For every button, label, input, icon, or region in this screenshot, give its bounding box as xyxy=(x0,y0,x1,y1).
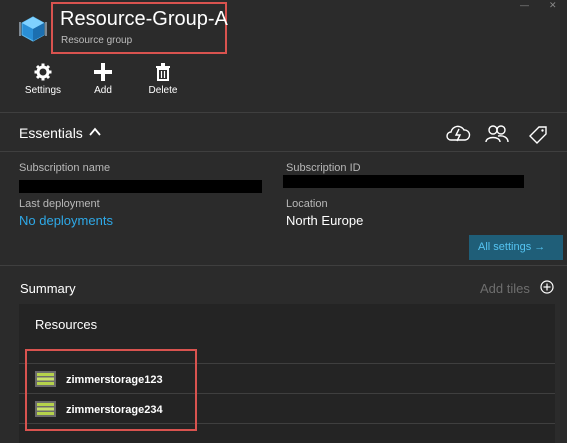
add-label: Add xyxy=(94,85,112,96)
last-deployment-label: Last deployment xyxy=(19,198,100,210)
subscription-id-value xyxy=(283,175,524,188)
plus-icon xyxy=(94,63,112,81)
add-circle-icon[interactable] xyxy=(540,280,554,294)
chevron-up-icon[interactable] xyxy=(88,125,102,139)
page-subtitle: Resource group xyxy=(61,35,133,46)
resources-highlight-box xyxy=(25,349,197,431)
cloud-icon[interactable] xyxy=(445,122,471,146)
gear-icon xyxy=(34,63,52,81)
subscription-id-label: Subscription ID xyxy=(286,162,361,174)
summary-title: Summary xyxy=(20,281,76,296)
location-label: Location xyxy=(286,198,328,210)
all-settings-button[interactable]: All settings → xyxy=(469,235,563,260)
add-button[interactable]: Add xyxy=(73,62,133,96)
settings-button[interactable]: Settings xyxy=(13,62,73,96)
delete-button[interactable]: Delete xyxy=(133,62,193,96)
header-divider xyxy=(0,112,567,113)
subscription-name-value xyxy=(19,180,262,193)
settings-label: Settings xyxy=(24,85,62,96)
summary-divider xyxy=(0,265,567,266)
location-value: North Europe xyxy=(286,213,364,228)
subscription-name-label: Subscription name xyxy=(19,162,111,174)
add-tiles-link[interactable]: Add tiles xyxy=(480,281,530,296)
page-title: Resource-Group-A xyxy=(60,8,228,30)
users-icon[interactable] xyxy=(484,122,510,146)
resource-group-cube-icon xyxy=(19,16,47,42)
trash-icon xyxy=(156,63,170,81)
close-icon[interactable]: ✕ xyxy=(549,0,557,11)
resources-tile-title: Resources xyxy=(35,317,98,332)
essentials-title[interactable]: Essentials xyxy=(19,125,83,141)
tag-icon[interactable] xyxy=(525,122,551,146)
minimize-icon[interactable]: — xyxy=(520,0,529,10)
last-deployment-link[interactable]: No deployments xyxy=(19,213,113,228)
essentials-divider xyxy=(0,151,567,152)
delete-label: Delete xyxy=(148,85,178,96)
